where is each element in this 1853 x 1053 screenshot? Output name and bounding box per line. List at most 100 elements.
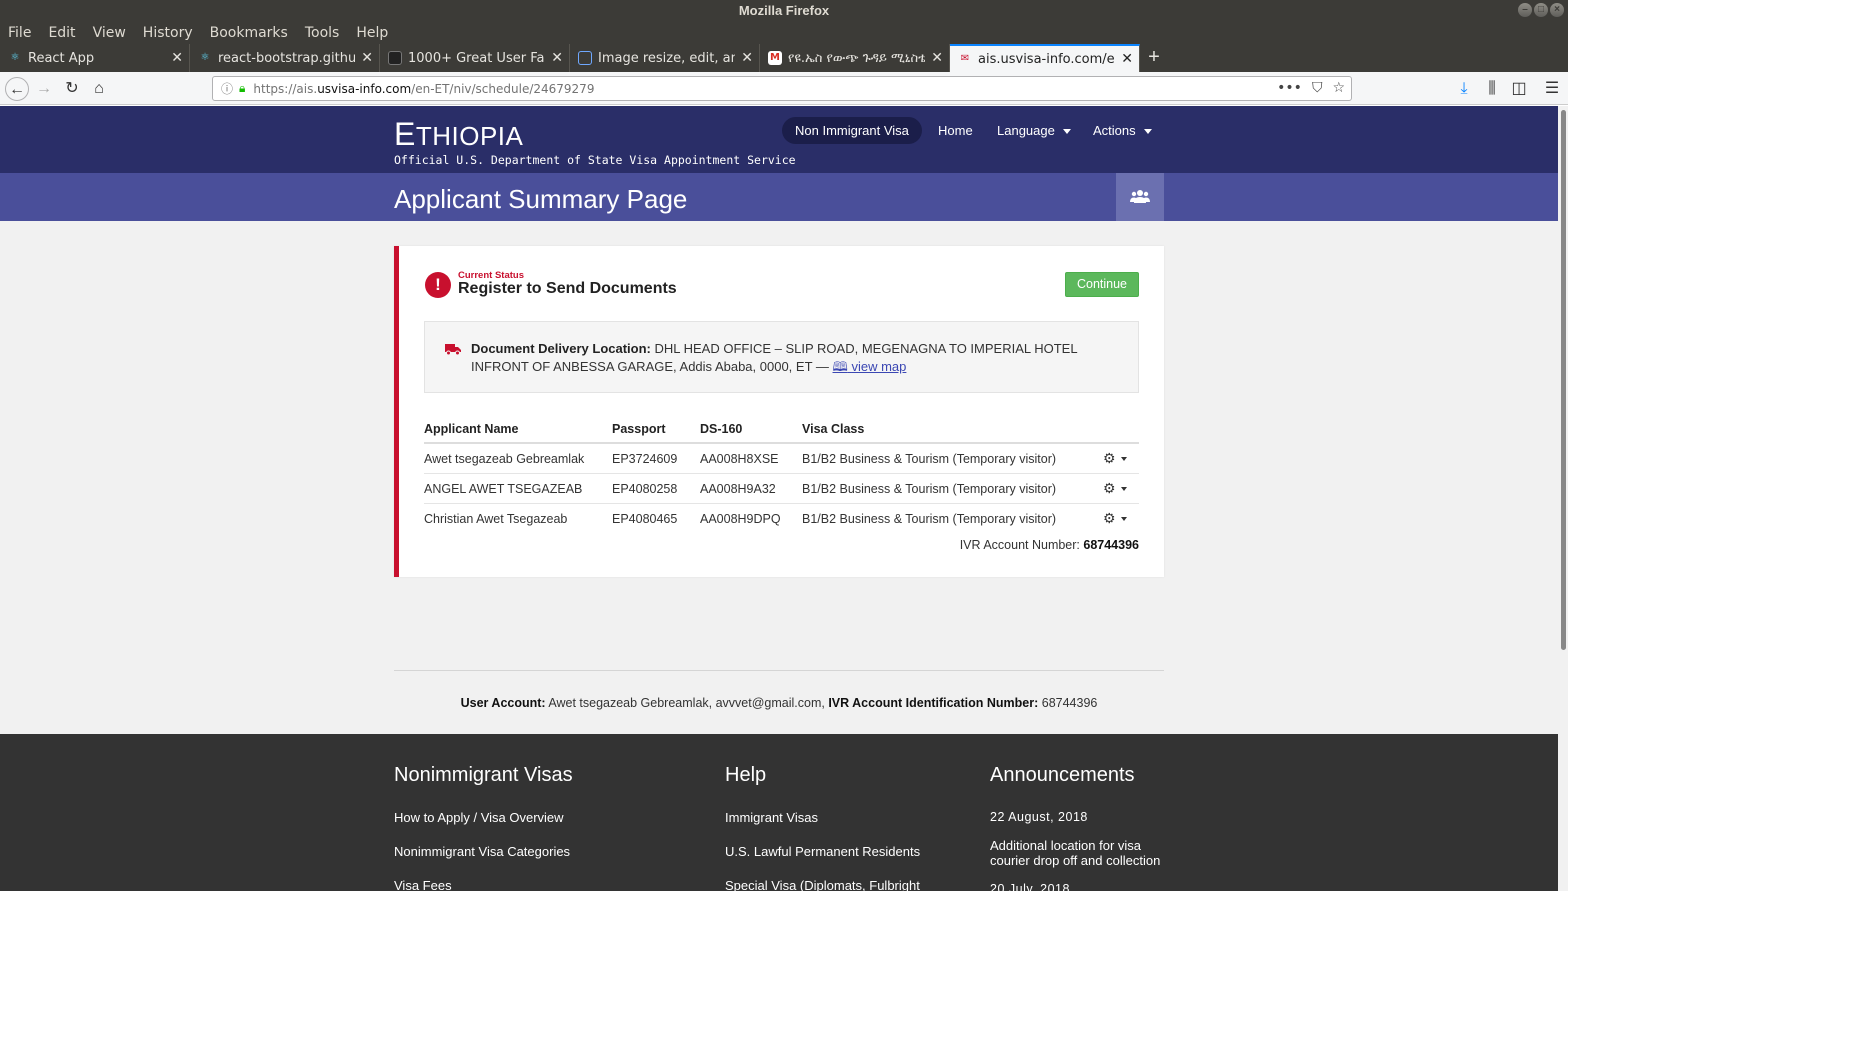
home-icon[interactable]: ⌂ (87, 77, 111, 101)
sidebar-icon[interactable]: ◫ (1507, 77, 1531, 101)
tab-react-app[interactable]: ⚛ React App ✕ (0, 44, 190, 72)
footer-link[interactable]: Visa Fees (394, 878, 573, 891)
tab-image-resize[interactable]: Image resize, edit, and c ✕ (570, 44, 760, 72)
library-icon[interactable]: ⫼ (1480, 77, 1504, 101)
close-icon[interactable]: × (1550, 3, 1564, 17)
ivr-id-label: IVR Account Identification Number: (828, 696, 1039, 710)
row-actions-dropdown[interactable]: ⚙ (1103, 504, 1139, 534)
info-icon[interactable]: ⓘ (221, 80, 233, 97)
usvisa-icon: ✉ (960, 53, 970, 64)
page-title: Applicant Summary Page (394, 184, 688, 214)
close-tab-icon[interactable]: ✕ (931, 50, 943, 66)
col-ds160: DS-160 (700, 420, 802, 444)
menu-bar: File Edit View History Bookmarks Tools H… (0, 22, 1568, 44)
close-tab-icon[interactable]: ✕ (361, 50, 373, 66)
visa-class: B1/B2 Business & Tourism (Temporary visi… (802, 511, 1057, 526)
maximize-icon[interactable]: □ (1534, 3, 1548, 17)
footer-link[interactable]: U.S. Lawful Permanent Residents (725, 844, 920, 859)
url-bar[interactable]: ⓘ 🔒︎ https://ais. usvisa-info.com/en-ET/n… (212, 76, 1352, 101)
page-actions-icon[interactable]: ••• (1277, 80, 1302, 96)
tab-user-faces[interactable]: 1000+ Great User Face Pi ✕ (380, 44, 570, 72)
menu-history[interactable]: History (143, 25, 193, 41)
tab-usvisa[interactable]: ✉ ais.usvisa-info.com/en-E ✕ (950, 44, 1140, 72)
footer-col-announcements: Announcements 22 August, 2018 Additional… (990, 764, 1170, 891)
reload-icon[interactable]: ↻ (60, 77, 84, 101)
menu-edit[interactable]: Edit (48, 25, 75, 41)
pocket-icon[interactable]: ⛉ (1312, 80, 1323, 96)
menu-help[interactable]: Help (356, 25, 388, 41)
user-account-label: User Account: (460, 696, 546, 710)
download-icon[interactable]: ⤓ (1452, 77, 1476, 101)
close-tab-icon[interactable]: ✕ (1121, 51, 1133, 67)
user-account-value: Awet tsegazeab Gebreamlak, avvvet@gmail.… (545, 696, 829, 710)
brand-initial: E (394, 116, 416, 152)
tab-strip: ⚛ React App ✕ ⚛ react-bootstrap.github.i… (0, 44, 1568, 72)
menu-view[interactable]: View (93, 25, 126, 41)
bookmark-star-icon[interactable]: ☆ (1332, 80, 1345, 96)
close-tab-icon[interactable]: ✕ (741, 50, 753, 66)
continue-button[interactable]: Continue (1065, 272, 1139, 297)
view-map-label: view map (851, 359, 907, 374)
status-card: ! Current Status Register to Send Docume… (394, 246, 1164, 577)
gear-icon: ⚙ (1103, 510, 1127, 526)
footer-link[interactable]: Immigrant Visas (725, 810, 920, 825)
delivery-label: Document Delivery Location: (471, 341, 651, 356)
tab-title: ais.usvisa-info.com/en-E (978, 51, 1115, 67)
tab-title: React App (28, 50, 95, 66)
forward-icon[interactable]: → (32, 77, 56, 101)
table-row: Christian Awet Tsegazeab EP4080465 AA008… (424, 504, 1139, 534)
view-map-link[interactable]: 🕮 view map (833, 359, 907, 374)
url-path: /en-ET/niv/schedule/24679279 (411, 81, 595, 96)
passport-number: EP3724609 (612, 443, 700, 474)
react-icon: ⚛ (200, 52, 210, 63)
page-subheader: Applicant Summary Page (0, 173, 1558, 221)
navigation-toolbar: ← → ↻ ⌂ ⓘ 🔒︎ https://ais. usvisa-info.com… (0, 72, 1568, 105)
site-footer: Nonimmigrant Visas How to Apply / Visa O… (0, 734, 1558, 891)
new-tab-icon[interactable]: + (1140, 44, 1168, 72)
footer-link[interactable]: How to Apply / Visa Overview (394, 810, 573, 825)
url-domain: usvisa-info.com (317, 81, 412, 96)
lock-icon: 🔒︎ (239, 81, 246, 95)
minimize-icon[interactable]: – (1518, 3, 1532, 17)
brand-rest: THIOPIA (415, 121, 524, 151)
back-icon[interactable]: ← (5, 77, 29, 101)
menu-file[interactable]: File (8, 25, 31, 41)
country-brand[interactable]: ETHIOPIA (394, 116, 523, 153)
url-actions: ••• ⛉ ☆ (1277, 80, 1345, 96)
page-scrollbar[interactable] (1558, 106, 1568, 891)
applicants-table: Applicant Name Passport DS-160 Visa Clas… (424, 420, 1139, 533)
footer-col-nonimmigrant: Nonimmigrant Visas How to Apply / Visa O… (394, 764, 573, 891)
row-actions-dropdown[interactable]: ⚙ (1103, 473, 1139, 504)
announcement-text[interactable]: Additional location for visa courier dro… (990, 838, 1170, 868)
menu-tools[interactable]: Tools (305, 25, 340, 41)
delivery-location-box: Document Delivery Location: DHL HEAD OFF… (424, 321, 1139, 393)
footer-link[interactable]: Nonimmigrant Visa Categories (394, 844, 573, 859)
nav-language-dropdown[interactable]: Language (997, 123, 1071, 138)
close-tab-icon[interactable]: ✕ (171, 50, 183, 66)
nav-actions-dropdown[interactable]: Actions (1093, 123, 1152, 138)
table-header-row: Applicant Name Passport DS-160 Visa Clas… (424, 420, 1139, 444)
hamburger-menu-icon[interactable]: ☰ (1540, 77, 1564, 101)
caret-down-icon (1143, 129, 1152, 135)
caret-down-icon (1120, 457, 1127, 462)
page-viewport: ETHIOPIA Official U.S. Department of Sta… (0, 106, 1558, 891)
close-tab-icon[interactable]: ✕ (551, 50, 563, 66)
visa-class: B1/B2 Business & Tourism (Temporary visi… (802, 473, 1103, 504)
window-title: Mozilla Firefox (738, 3, 830, 18)
menu-bookmarks[interactable]: Bookmarks (210, 25, 288, 41)
scrollbar-thumb[interactable] (1561, 110, 1566, 650)
nav-non-immigrant-visa[interactable]: Non Immigrant Visa (782, 117, 922, 144)
window-controls: – □ × (1518, 3, 1564, 17)
footer-link[interactable]: Special Visa (Diplomats, Fulbright (725, 878, 920, 891)
tab-gmail[interactable]: M የዩ.ኤስ የውጭ ጉዳይ ሚኒስቴ ✕ (760, 44, 950, 72)
nav-home[interactable]: Home (938, 123, 973, 138)
tab-react-bootstrap[interactable]: ⚛ react-bootstrap.github.i ✕ (190, 44, 380, 72)
col-actions (1103, 420, 1139, 444)
col-applicant-name: Applicant Name (424, 420, 612, 444)
status-title: Register to Send Documents (458, 280, 677, 297)
footer-heading: Nonimmigrant Visas (394, 764, 573, 786)
image-icon (578, 51, 592, 65)
exclamation-icon: ! (425, 272, 451, 298)
row-actions-dropdown[interactable]: ⚙ (1103, 443, 1139, 474)
group-users-button[interactable] (1116, 173, 1164, 221)
